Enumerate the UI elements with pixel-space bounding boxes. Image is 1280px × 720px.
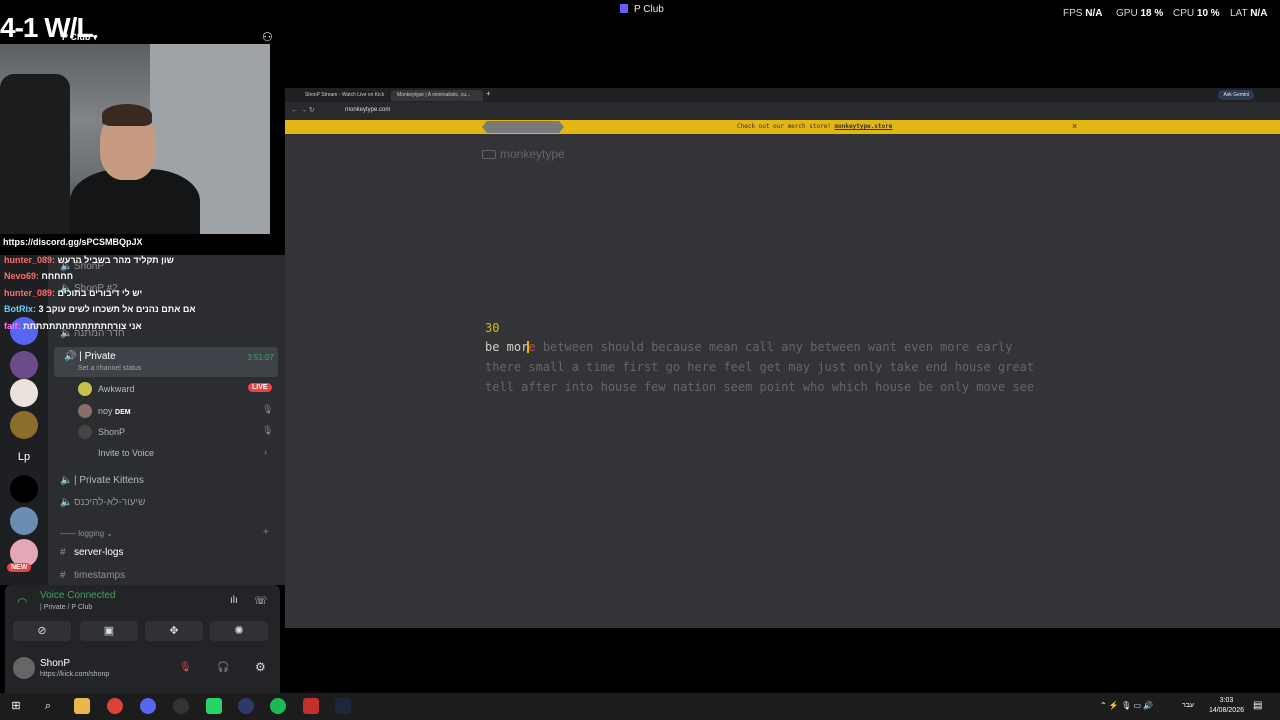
taskbar: ⊞ ⌕ ⌃ ⚡ 🎙 ▭ 🔊 עבר 3:03 14/08/2026 ▤ bbox=[0, 693, 1280, 720]
server-lp[interactable]: Lp bbox=[10, 443, 38, 471]
tab-kick[interactable]: ShonP Stream - Watch Live on Kick bbox=[299, 90, 389, 101]
voice-timer: 3:51:07 bbox=[247, 353, 274, 362]
windows-start-icon[interactable]: ⊞ bbox=[8, 698, 24, 714]
fps-stat: FPS N/A bbox=[1063, 8, 1103, 19]
tab-strip: ShonP Stream - Watch Live on Kick Monkey… bbox=[285, 88, 1280, 102]
browser-window: ShonP Stream - Watch Live on Kick Monkey… bbox=[285, 88, 1280, 628]
whatsapp-icon[interactable] bbox=[206, 698, 222, 714]
app-icon[interactable] bbox=[238, 698, 254, 714]
muted-icon: 🎙 bbox=[262, 404, 274, 414]
avatar bbox=[78, 404, 92, 418]
channel-status[interactable]: Set a channel status bbox=[78, 365, 141, 372]
close-icon[interactable]: × bbox=[1072, 121, 1077, 131]
avatar bbox=[78, 425, 92, 439]
avatar bbox=[78, 382, 92, 396]
discord-invite-link[interactable]: https://discord.gg/sPCSMBQpJX bbox=[3, 237, 143, 247]
category-logging[interactable]: —— logging ⌄ bbox=[60, 529, 113, 538]
words-line-3[interactable]: tell after into house few nation seem po… bbox=[485, 380, 1034, 394]
soundboard-button[interactable]: ✺ bbox=[210, 621, 268, 641]
app-icon[interactable] bbox=[173, 698, 189, 714]
webcam-feed bbox=[0, 44, 270, 234]
activities-button[interactable]: ✥ bbox=[145, 621, 203, 641]
server-game-icon[interactable] bbox=[10, 475, 38, 503]
chevron-right-icon: › bbox=[264, 447, 267, 457]
username: ShonP bbox=[40, 658, 71, 669]
top-bar: P Club FPS N/A GPU 18 % CPU 10 % LAT N/A bbox=[0, 0, 1280, 22]
server-icon[interactable] bbox=[10, 411, 38, 439]
voice-connected-label: Voice Connected bbox=[40, 590, 116, 601]
signal-icon: ◠ bbox=[17, 595, 28, 609]
screen-share-button[interactable]: ▣ bbox=[80, 621, 138, 641]
monkeytype-logo[interactable]: monkeytype bbox=[482, 147, 565, 161]
keyboard-icon bbox=[482, 150, 496, 159]
merch-link[interactable]: monkeytype.store bbox=[835, 123, 893, 130]
voice-channel-private[interactable]: 🔊 | Private Set a channel status 3:51:07 bbox=[54, 347, 278, 377]
mic-muted-icon[interactable]: 🎙 bbox=[179, 662, 192, 673]
user-panel: ShonP https://kick.com/shonp 🎙 🎧 ⚙ bbox=[5, 645, 280, 693]
camera-button[interactable]: ⊘ bbox=[13, 621, 71, 641]
add-friend-icon[interactable]: ⚇ bbox=[262, 30, 273, 44]
user-status: https://kick.com/shonp bbox=[40, 671, 110, 678]
member-shonp[interactable]: ShonP bbox=[98, 427, 125, 437]
headphones-icon[interactable]: 🎧 bbox=[217, 662, 229, 673]
disconnect-icon[interactable]: ☏ bbox=[254, 594, 268, 607]
banner-art bbox=[482, 121, 564, 133]
voice-panel: ◠ Voice Connected | Private / P Club ılı… bbox=[5, 585, 280, 645]
voice-channel-private-kittens[interactable]: 🔈 | Private Kittens bbox=[60, 475, 144, 486]
gpu-stat: GPU 18 % bbox=[1116, 8, 1164, 19]
chat-message: BotRix: 3 אם אתם נהנים אל תשכחו לשים עוק… bbox=[4, 304, 196, 314]
chat-message: hunter_089: יש לי דיבורים בתוכים bbox=[4, 288, 143, 298]
chat-message: Nevo69: חחחחח bbox=[4, 271, 74, 281]
words-line-2[interactable]: there small a time first go here feel ge… bbox=[485, 360, 1034, 374]
app-icon[interactable] bbox=[303, 698, 319, 714]
chat-message: faif: אני צורחתתתתתתתתתתתתת bbox=[4, 321, 142, 331]
text-channel-server-logs[interactable]: # server-logs bbox=[60, 547, 123, 558]
file-explorer-icon[interactable] bbox=[74, 698, 90, 714]
member-awkward[interactable]: Awkward bbox=[98, 384, 134, 394]
spotify-icon[interactable] bbox=[270, 698, 286, 714]
merch-banner: Check out our merch store! monkeytype.st… bbox=[285, 120, 1280, 134]
clock[interactable]: 3:03 14/08/2026 bbox=[1209, 696, 1244, 716]
add-channel-icon[interactable]: + bbox=[263, 527, 269, 538]
notification-icon[interactable]: ▤ bbox=[1253, 700, 1262, 711]
invite-to-voice[interactable]: Invite to Voice bbox=[98, 448, 154, 458]
chrome-icon[interactable] bbox=[107, 698, 123, 714]
server-icon[interactable] bbox=[10, 351, 38, 379]
tab-monkeytype[interactable]: Monkeytype | A minimalistic, cu... bbox=[391, 90, 483, 101]
cpu-stat: CPU 10 % bbox=[1173, 8, 1220, 19]
system-tray[interactable]: ⌃ ⚡ 🎙 ▭ 🔊 bbox=[1100, 701, 1153, 710]
url-field[interactable]: monkeytype.com bbox=[345, 107, 390, 113]
live-badge: LIVE bbox=[248, 383, 272, 392]
ask-gemini-button[interactable]: Ask Gemini bbox=[1218, 90, 1254, 100]
chat-message: hunter_089: שון תקליד מהר בשביל הרעש bbox=[4, 255, 174, 265]
discord-icon[interactable] bbox=[140, 698, 156, 714]
lat-stat: LAT N/A bbox=[1230, 8, 1268, 19]
speaker-icon: 🔊 bbox=[64, 351, 77, 362]
muted-icon: 🎙 bbox=[262, 425, 274, 435]
pclub-logo-icon bbox=[620, 4, 628, 13]
new-badge: NEW bbox=[7, 563, 32, 572]
test-timer: 30 bbox=[485, 321, 500, 335]
noise-suppression-icon[interactable]: ılı bbox=[230, 595, 238, 606]
voice-channel-lesson[interactable]: 🔈 שיעור-לא-להיכנס bbox=[60, 497, 145, 508]
voice-location[interactable]: | Private / P Club bbox=[40, 604, 92, 611]
gear-icon[interactable]: ⚙ bbox=[255, 660, 266, 674]
server-icon[interactable] bbox=[10, 379, 38, 407]
server-name[interactable]: P Club ▾ bbox=[62, 32, 97, 43]
app-title: P Club bbox=[620, 4, 664, 15]
avatar[interactable] bbox=[13, 657, 35, 679]
new-tab-button[interactable]: + bbox=[486, 89, 491, 98]
member-noy[interactable]: noy DEM bbox=[98, 406, 131, 416]
nav-buttons[interactable]: ← → ↻ bbox=[291, 106, 315, 114]
steam-icon[interactable] bbox=[335, 698, 351, 714]
words-line-1[interactable]: be more between should because mean call… bbox=[485, 340, 1012, 354]
text-channel-timestamps[interactable]: # timestamps bbox=[60, 570, 125, 581]
search-icon[interactable]: ⌕ bbox=[40, 698, 56, 714]
language-indicator[interactable]: עבר bbox=[1182, 702, 1194, 709]
server-icon[interactable] bbox=[10, 507, 38, 535]
address-bar: ← → ↻ monkeytype.com bbox=[285, 102, 1280, 120]
